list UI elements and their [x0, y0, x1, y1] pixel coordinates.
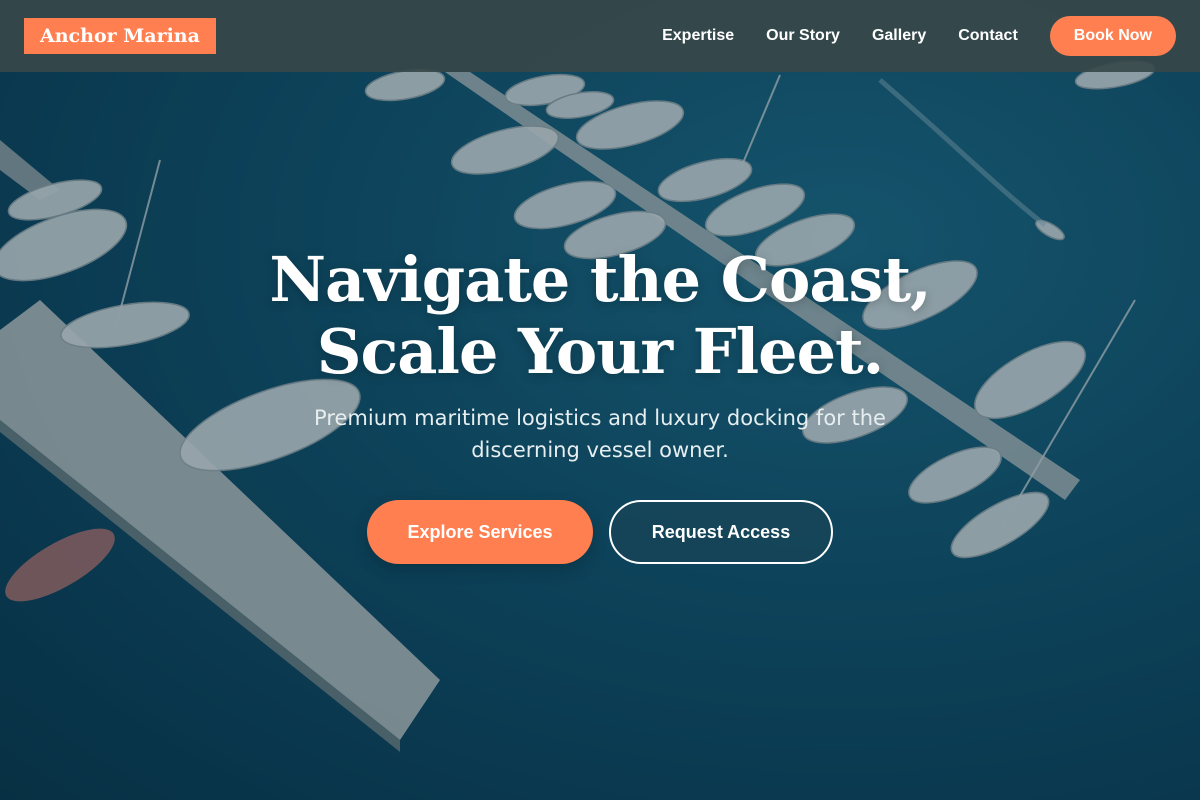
hero-title-line-2: Scale Your Fleet. [316, 315, 885, 388]
nav-link-our-story[interactable]: Our Story [766, 27, 840, 45]
hero-title-line-1: Navigate the Coast, [269, 243, 931, 316]
nav-link-contact[interactable]: Contact [958, 27, 1018, 45]
explore-services-button[interactable]: Explore Services [367, 500, 593, 564]
hero-section: Navigate the Coast, Scale Your Fleet. Pr… [0, 72, 1200, 800]
book-now-button[interactable]: Book Now [1049, 16, 1176, 56]
nav-link-gallery[interactable]: Gallery [872, 27, 926, 45]
nav-link-expertise[interactable]: Expertise [662, 27, 734, 45]
hero-title: Navigate the Coast, Scale Your Fleet. [269, 243, 931, 388]
hero-subtitle: Premium maritime logistics and luxury do… [314, 406, 886, 462]
top-navbar: Anchor Marina Expertise Our Story Galler… [0, 0, 1200, 72]
request-access-button[interactable]: Request Access [609, 500, 833, 564]
hero-actions: Explore Services Request Access [367, 500, 833, 564]
brand-logo[interactable]: Anchor Marina [24, 18, 216, 54]
main-nav: Expertise Our Story Gallery Contact [662, 27, 1018, 45]
